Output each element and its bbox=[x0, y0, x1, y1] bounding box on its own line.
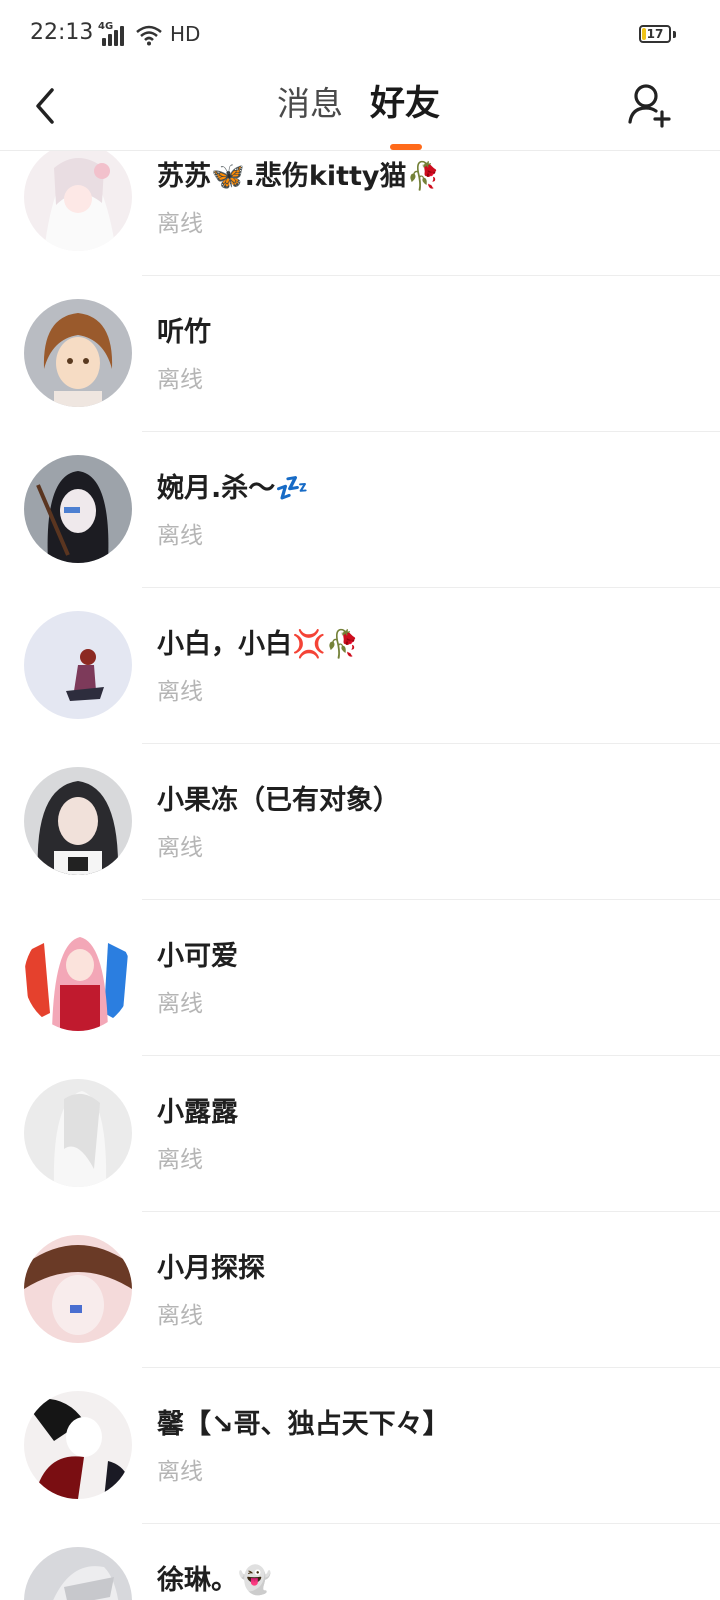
friend-row[interactable]: 听竹 离线 bbox=[0, 276, 720, 432]
avatar-image bbox=[24, 1547, 132, 1600]
online-status: 离线 bbox=[157, 679, 203, 705]
avatar-image bbox=[24, 923, 132, 1031]
avatar-image bbox=[24, 455, 132, 563]
friend-name: 小果冻（已有对象） bbox=[157, 785, 400, 816]
add-friend-icon[interactable] bbox=[628, 80, 674, 130]
back-icon[interactable] bbox=[28, 84, 68, 128]
friend-name: 听竹 bbox=[157, 317, 211, 348]
wifi-icon bbox=[136, 25, 162, 46]
tab-messages[interactable]: 消息 bbox=[277, 80, 343, 128]
online-status: 离线 bbox=[157, 1147, 203, 1173]
avatar[interactable] bbox=[24, 767, 132, 875]
avatar[interactable] bbox=[24, 1079, 132, 1187]
online-status: 离线 bbox=[157, 991, 203, 1017]
avatar[interactable] bbox=[24, 151, 132, 251]
avatar-image bbox=[24, 611, 132, 719]
friend-row[interactable]: 小果冻（已有对象） 离线 bbox=[0, 744, 720, 900]
clock: 22:13 bbox=[30, 20, 94, 45]
friend-row[interactable]: 徐琳。👻 离线 bbox=[0, 1524, 720, 1600]
friend-row[interactable]: 苏苏🦋.悲伤kitty猫🥀 离线 bbox=[0, 151, 720, 276]
online-status: 离线 bbox=[157, 523, 203, 549]
friend-row[interactable]: 小露露 离线 bbox=[0, 1056, 720, 1212]
friend-name: 小露露 bbox=[157, 1097, 238, 1128]
friend-list[interactable]: 苏苏🦋.悲伤kitty猫🥀 离线 听竹 离线 婉月.杀〜💤 离线 小白，小白💢🥀… bbox=[0, 151, 720, 1600]
active-tab-indicator bbox=[390, 144, 422, 150]
tab-friends[interactable]: 好友 bbox=[370, 80, 440, 128]
friend-row[interactable]: 小月探探 离线 bbox=[0, 1212, 720, 1368]
avatar[interactable] bbox=[24, 455, 132, 563]
friend-row[interactable]: 馨【↘哥、独占天下々】 离线 bbox=[0, 1368, 720, 1524]
battery-tip bbox=[673, 31, 676, 38]
status-bar: 22:13 4G HD 17 bbox=[0, 0, 720, 72]
avatar-image bbox=[24, 1235, 132, 1343]
online-status: 离线 bbox=[157, 835, 203, 861]
battery-level: 17 bbox=[646, 27, 664, 41]
avatar[interactable] bbox=[24, 1547, 132, 1600]
avatar-image bbox=[24, 1391, 132, 1499]
avatar-image bbox=[24, 767, 132, 875]
friend-name: 婉月.杀〜💤 bbox=[157, 473, 309, 504]
friend-name: 小白，小白💢🥀 bbox=[157, 629, 360, 660]
avatar-image bbox=[24, 151, 132, 251]
friend-name: 小可爱 bbox=[157, 941, 238, 972]
friend-name: 苏苏🦋.悲伤kitty猫🥀 bbox=[157, 161, 441, 192]
top-nav: 消息 好友 bbox=[0, 72, 720, 151]
friend-row[interactable]: 婉月.杀〜💤 离线 bbox=[0, 432, 720, 588]
online-status: 离线 bbox=[157, 1459, 203, 1485]
online-status: 离线 bbox=[157, 1303, 203, 1329]
online-status: 离线 bbox=[157, 367, 203, 393]
friend-row[interactable]: 小白，小白💢🥀 离线 bbox=[0, 588, 720, 744]
avatar[interactable] bbox=[24, 611, 132, 719]
avatar[interactable] bbox=[24, 1391, 132, 1499]
avatar-image bbox=[24, 1079, 132, 1187]
avatar[interactable] bbox=[24, 299, 132, 407]
online-status: 离线 bbox=[157, 211, 203, 237]
signal-icon bbox=[102, 26, 128, 46]
friend-name: 徐琳。👻 bbox=[157, 1565, 272, 1596]
friend-name: 馨【↘哥、独占天下々】 bbox=[157, 1409, 450, 1440]
hd-indicator: HD bbox=[170, 22, 201, 46]
avatar[interactable] bbox=[24, 923, 132, 1031]
avatar-image bbox=[24, 299, 132, 407]
friend-name: 小月探探 bbox=[157, 1253, 265, 1284]
friend-row[interactable]: 小可爱 离线 bbox=[0, 900, 720, 1056]
avatar[interactable] bbox=[24, 1235, 132, 1343]
